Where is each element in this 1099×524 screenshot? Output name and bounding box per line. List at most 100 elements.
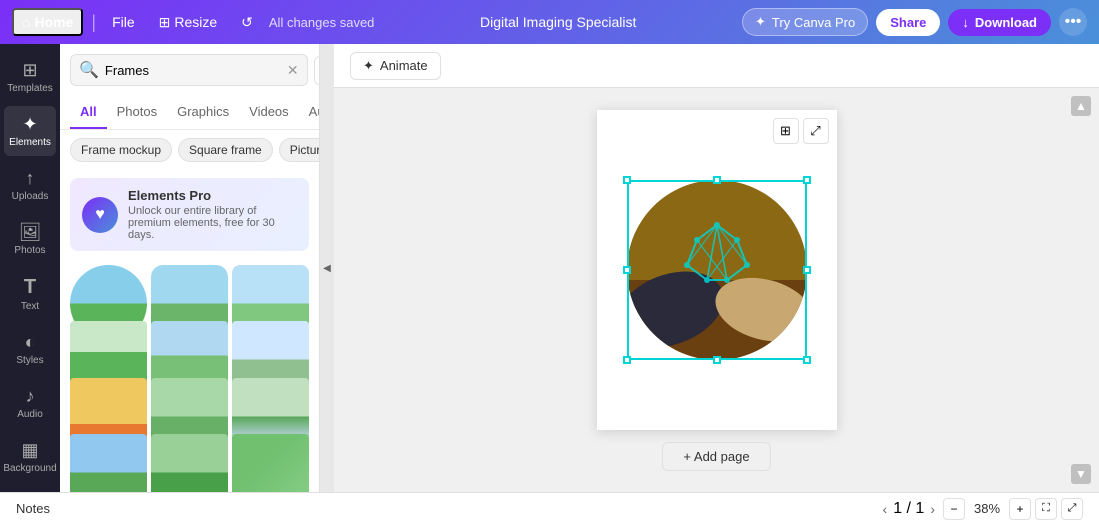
zoom-level: 38% — [969, 501, 1005, 516]
notes-label: Notes — [16, 501, 875, 516]
canva-pro-icon: ✦ — [755, 14, 766, 30]
home-icon: ⌂ — [22, 14, 30, 30]
tab-all[interactable]: All — [70, 96, 107, 129]
search-row: 🔍 ✕ ⊟ — [60, 44, 319, 96]
next-page-button[interactable]: › — [930, 501, 935, 517]
canvas-scroll-area[interactable]: ▲ ⊞ ⤢ — [334, 88, 1099, 492]
promo-title: Elements Pro — [128, 188, 297, 203]
frame-handle-bottom-mid[interactable] — [713, 356, 721, 364]
document-title: Digital Imaging Specialist — [480, 14, 636, 30]
expand-icon: ⤢ — [810, 123, 820, 139]
canvas-toolbar: ✦ Animate — [334, 44, 1099, 88]
download-button[interactable]: ↓ Download — [948, 9, 1051, 36]
panel-tabs: All Photos Graphics Videos Audio — [60, 96, 319, 130]
home-button[interactable]: ⌂ Home — [12, 8, 83, 36]
nav-right-actions: ✦ Try Canva Pro Share ↓ Download ••• — [742, 8, 1087, 36]
elements-icon: ✦ — [22, 114, 37, 135]
autosave-status: All changes saved — [269, 15, 375, 30]
canvas-page: ⊞ ⤢ — [597, 110, 837, 430]
add-page-button[interactable]: + Add page — [662, 442, 770, 471]
tab-audio[interactable]: Audio — [299, 96, 320, 129]
animate-icon: ✦ — [363, 58, 374, 74]
canvas-outer: ⊞ ⤢ — [597, 110, 837, 471]
frame-thumbnail-11[interactable] — [151, 434, 228, 492]
background-icon: ▦ — [21, 440, 38, 461]
uploads-icon: ↑ — [26, 168, 35, 189]
resize-icon: ⊞ — [159, 14, 171, 31]
handshake-illustration — [627, 180, 807, 360]
resize-button[interactable]: ⊞ Resize — [151, 10, 226, 35]
scroll-down-button[interactable]: ▼ — [1071, 464, 1091, 484]
panel-collapse-handle[interactable]: ◀ — [320, 44, 334, 492]
filter-chips: Frame mockup Square frame Picture fr... — [60, 130, 319, 170]
animate-button[interactable]: ✦ Animate — [350, 52, 441, 80]
canvas-area: ✦ Animate ▲ ⊞ ⤢ — [334, 44, 1099, 492]
search-input[interactable] — [105, 63, 281, 78]
more-icon: ••• — [1065, 13, 1082, 31]
styles-icon: ◐ — [25, 332, 36, 353]
sidebar-item-uploads[interactable]: ↑ Uploads — [4, 160, 56, 210]
undo-icon: ↺ — [241, 14, 253, 31]
chip-picture-frame[interactable]: Picture fr... — [279, 138, 319, 162]
page-navigation: ‹ 1 / 1 › — [883, 500, 935, 518]
frame-thumbnail-10[interactable] — [70, 434, 147, 492]
fullscreen-button[interactable]: ⛶ — [1035, 498, 1057, 520]
zoom-in-button[interactable]: + — [1009, 498, 1031, 520]
more-options-button[interactable]: ••• — [1059, 8, 1087, 36]
file-menu-button[interactable]: File — [104, 10, 143, 34]
add-page-area: + Add page — [597, 442, 837, 471]
promo-banner: ♥ Elements Pro Unlock our entire library… — [70, 178, 309, 251]
frame-image-content — [627, 180, 807, 360]
frame-handle-top-right[interactable] — [803, 176, 811, 184]
nav-center: Digital Imaging Specialist — [382, 14, 734, 30]
home-label: Home — [34, 14, 73, 30]
tab-photos[interactable]: Photos — [107, 96, 167, 129]
undo-button[interactable]: ↺ — [233, 10, 261, 35]
left-sidebar: ⊞ Templates ✦ Elements ↑ Uploads 🖼 Photo… — [0, 44, 60, 492]
bottom-bar: Notes ‹ 1 / 1 › − 38% + ⛶ ⤢ — [0, 492, 1099, 524]
promo-text: Elements Pro Unlock our entire library o… — [128, 188, 297, 241]
chip-square-frame[interactable]: Square frame — [178, 138, 273, 162]
sidebar-item-audio[interactable]: ♪ Audio — [4, 378, 56, 428]
frame-handle-top-mid[interactable] — [713, 176, 721, 184]
sidebar-item-text[interactable]: T Text — [4, 268, 56, 320]
elements-panel: 🔍 ✕ ⊟ All Photos Graphics Videos Audio F… — [60, 44, 320, 492]
search-box: 🔍 ✕ — [70, 54, 308, 86]
fit-page-button[interactable]: ⤢ — [1061, 498, 1083, 520]
share-button[interactable]: Share — [876, 9, 940, 36]
download-icon: ↓ — [962, 15, 969, 30]
zoom-controls: − 38% + ⛶ ⤢ — [943, 498, 1083, 520]
sidebar-item-styles[interactable]: ◐ Styles — [4, 324, 56, 374]
sidebar-item-photos[interactable]: 🖼 Photos — [4, 214, 56, 264]
tab-videos[interactable]: Videos — [239, 96, 299, 129]
sidebar-item-background[interactable]: ▦ Background — [4, 432, 56, 482]
frame-handle-bottom-left[interactable] — [623, 356, 631, 364]
zoom-out-button[interactable]: − — [943, 498, 965, 520]
frame-element[interactable] — [627, 180, 807, 360]
main-area: ⊞ Templates ✦ Elements ↑ Uploads 🖼 Photo… — [0, 44, 1099, 492]
try-canva-pro-button[interactable]: ✦ Try Canva Pro — [742, 8, 868, 36]
elements-grid — [60, 259, 319, 492]
page-indicator: 1 / 1 — [893, 500, 924, 518]
search-clear-button[interactable]: ✕ — [287, 62, 299, 79]
tab-graphics[interactable]: Graphics — [167, 96, 239, 129]
canvas-expand-button[interactable]: ⤢ — [803, 118, 829, 144]
sidebar-item-elements[interactable]: ✦ Elements — [4, 106, 56, 156]
top-navigation: ⌂ Home | File ⊞ Resize ↺ All changes sav… — [0, 0, 1099, 44]
canvas-page-actions: ⊞ ⤢ — [773, 118, 829, 144]
canvas-grid-button[interactable]: ⊞ — [773, 118, 799, 144]
prev-page-button[interactable]: ‹ — [883, 501, 888, 517]
frame-handle-bottom-right[interactable] — [803, 356, 811, 364]
frame-thumbnail-12[interactable] — [232, 434, 309, 492]
promo-description: Unlock our entire library of premium ele… — [128, 205, 297, 241]
frame-handle-mid-left[interactable] — [623, 266, 631, 274]
sidebar-item-templates[interactable]: ⊞ Templates — [4, 52, 56, 102]
promo-icon: ♥ — [82, 197, 118, 233]
frame-handle-top-left[interactable] — [623, 176, 631, 184]
nav-separator: | — [91, 12, 96, 33]
chip-frame-mockup[interactable]: Frame mockup — [70, 138, 172, 162]
audio-icon: ♪ — [26, 386, 35, 407]
frame-handle-mid-right[interactable] — [803, 266, 811, 274]
templates-icon: ⊞ — [22, 60, 37, 81]
scroll-up-button[interactable]: ▲ — [1071, 96, 1091, 116]
